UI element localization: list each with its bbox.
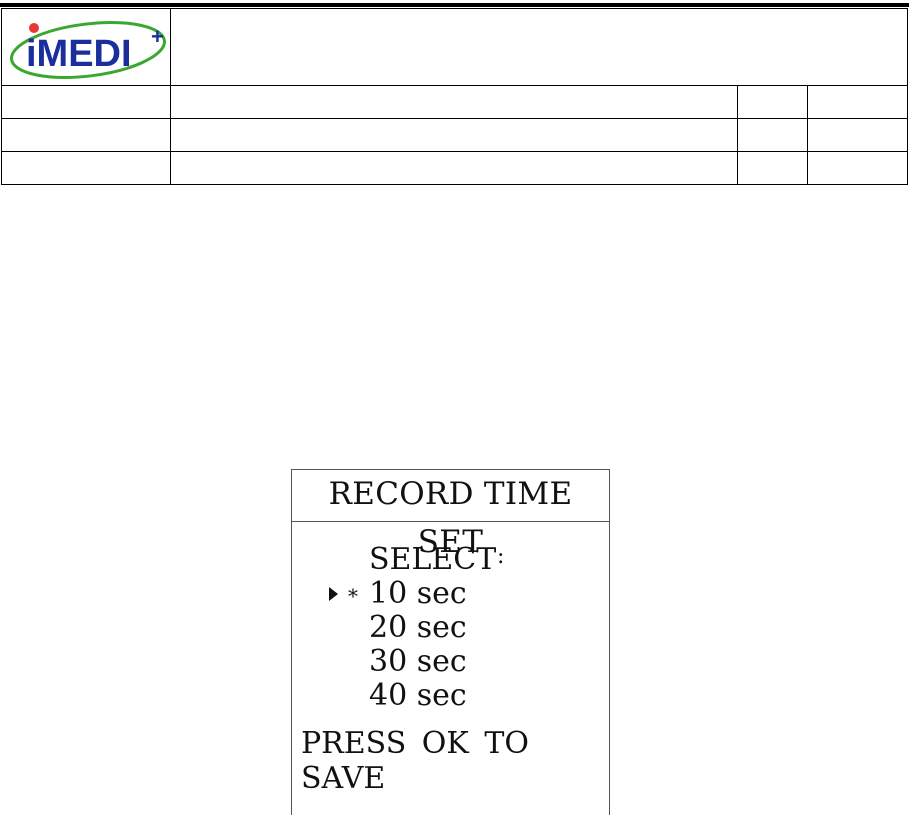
top-rule bbox=[0, 3, 909, 7]
select-colon: : bbox=[497, 544, 505, 569]
device-screen-mockup: RECORD TIME SET SELECT : * 10 sec 20 sec… bbox=[291, 469, 610, 815]
table-cell bbox=[737, 151, 808, 185]
option-40-sec[interactable]: 40 sec bbox=[369, 679, 467, 713]
option-20-sec[interactable]: 20 sec bbox=[369, 611, 467, 645]
header-title-cell bbox=[170, 8, 908, 86]
table-cell bbox=[1, 151, 171, 185]
screen-title: RECORD TIME SET bbox=[292, 470, 609, 560]
table-cell bbox=[807, 85, 908, 119]
option-30-sec[interactable]: 30 sec bbox=[369, 645, 467, 679]
table-cell bbox=[807, 151, 908, 185]
logo-cell: iMEDI + bbox=[1, 8, 171, 86]
footer-instruction: PRESS OK TO SAVE bbox=[301, 726, 529, 796]
selected-marker: * bbox=[348, 584, 358, 608]
table-cell bbox=[1, 85, 171, 119]
logo-text: iMEDI bbox=[26, 33, 132, 75]
table-cell bbox=[737, 118, 808, 152]
imedi-logo: iMEDI + bbox=[10, 21, 166, 79]
option-10-sec[interactable]: 10 sec bbox=[369, 577, 467, 611]
table-cell bbox=[807, 118, 908, 152]
document-header-table: iMEDI + bbox=[1, 8, 908, 185]
table-cell bbox=[170, 151, 738, 185]
table-cell bbox=[737, 85, 808, 119]
logo-sup: + bbox=[151, 24, 164, 49]
table-cell bbox=[170, 85, 738, 119]
select-label: SELECT bbox=[369, 542, 497, 577]
table-cell bbox=[170, 118, 738, 152]
table-cell bbox=[1, 118, 171, 152]
triangle-right-icon bbox=[329, 587, 338, 601]
